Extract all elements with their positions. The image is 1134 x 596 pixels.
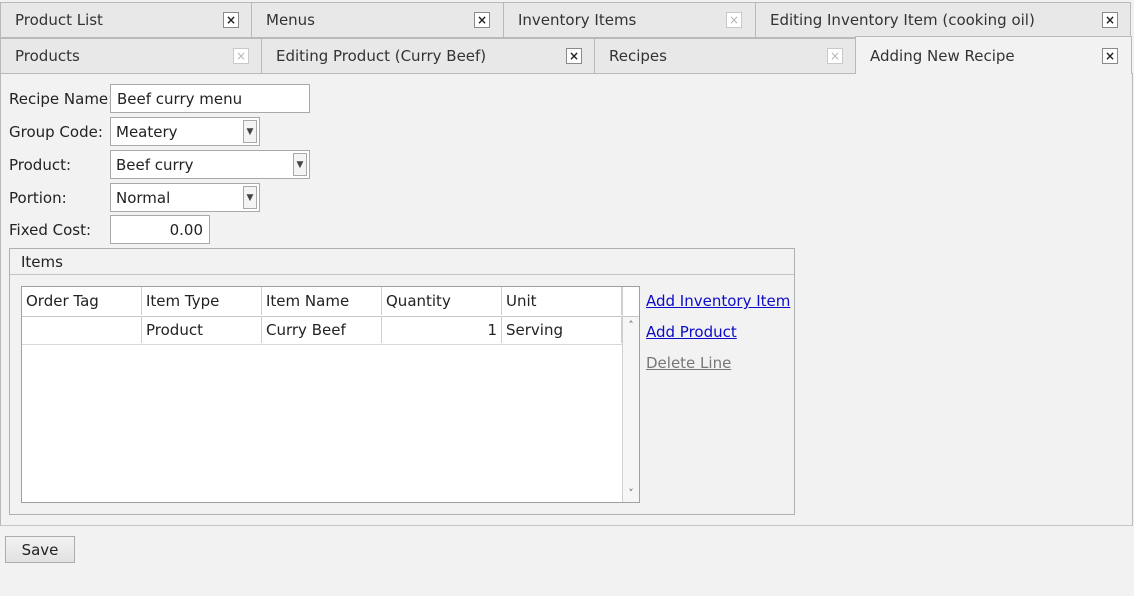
tab-menus[interactable]: Menus × <box>251 2 504 38</box>
cell-unit[interactable]: Serving <box>502 316 622 343</box>
tab-products[interactable]: Products × <box>0 38 262 74</box>
close-icon[interactable]: × <box>1102 12 1118 28</box>
grid-scrollbar[interactable]: ˄ ˅ <box>622 287 639 502</box>
column-header[interactable]: Quantity <box>382 287 502 315</box>
tab-label: Editing Product (Curry Beef) <box>276 47 487 65</box>
tab-label: Recipes <box>609 47 667 65</box>
save-button[interactable]: Save <box>5 536 75 563</box>
product-label: Product: <box>9 156 72 174</box>
cell-item-name[interactable]: Curry Beef <box>262 316 382 343</box>
chevron-down-icon[interactable]: ▼ <box>243 120 257 143</box>
tab-editing-inventory-item[interactable]: Editing Inventory Item (cooking oil) × <box>755 2 1131 38</box>
tab-label: Editing Inventory Item (cooking oil) <box>770 11 1035 29</box>
delete-line-link[interactable]: Delete Line <box>646 354 731 372</box>
items-grid[interactable]: Order Tag Item Type Item Name Quantity U… <box>21 286 640 503</box>
column-header[interactable]: Unit <box>502 287 622 315</box>
close-icon[interactable]: × <box>474 12 490 28</box>
close-icon: × <box>233 48 249 64</box>
cell-order-tag[interactable] <box>22 316 142 343</box>
column-header[interactable]: Item Type <box>142 287 262 315</box>
tab-label: Product List <box>15 11 103 29</box>
tab-product-list[interactable]: Product List × <box>0 2 252 38</box>
items-group-title: Items <box>10 249 794 275</box>
scrollbar-header <box>623 287 639 317</box>
cell-quantity[interactable]: 1 <box>382 316 502 343</box>
close-icon: × <box>827 48 843 64</box>
group-code-value: Meatery <box>116 122 178 141</box>
product-value: Beef curry <box>116 155 194 174</box>
close-icon[interactable]: × <box>1102 47 1118 64</box>
tab-label: Inventory Items <box>518 11 637 29</box>
cell-item-type[interactable]: Product <box>142 316 262 343</box>
group-code-label: Group Code: <box>9 123 103 141</box>
close-icon[interactable]: × <box>223 12 239 28</box>
chevron-down-icon[interactable]: ▼ <box>243 186 257 209</box>
column-header[interactable]: Item Name <box>262 287 382 315</box>
tab-editing-product[interactable]: Editing Product (Curry Beef) × <box>261 38 595 74</box>
fixed-cost-input[interactable]: 0.00 <box>110 215 210 244</box>
portion-select[interactable]: Normal ▼ <box>110 183 260 212</box>
fixed-cost-label: Fixed Cost: <box>9 221 92 239</box>
close-icon: × <box>726 12 742 28</box>
tab-label: Adding New Recipe <box>870 46 1015 65</box>
grid-header: Order Tag Item Type Item Name Quantity U… <box>22 287 622 317</box>
tab-adding-new-recipe[interactable]: Adding New Recipe × <box>855 36 1132 74</box>
add-inventory-item-link[interactable]: Add Inventory Item <box>646 292 790 310</box>
add-product-link[interactable]: Add Product <box>646 323 737 341</box>
close-icon[interactable]: × <box>566 48 582 64</box>
scroll-up-icon[interactable]: ˄ <box>623 319 639 332</box>
tab-recipes[interactable]: Recipes × <box>594 38 856 74</box>
table-row[interactable]: Product Curry Beef 1 Serving <box>22 316 622 345</box>
recipe-name-input[interactable]: Beef curry menu <box>110 84 310 113</box>
tab-label: Products <box>15 47 80 65</box>
group-code-select[interactable]: Meatery ▼ <box>110 117 260 146</box>
scroll-down-icon[interactable]: ˅ <box>623 487 639 500</box>
chevron-down-icon[interactable]: ▼ <box>293 153 307 176</box>
recipe-name-label: Recipe Name: <box>9 90 114 108</box>
product-select[interactable]: Beef curry ▼ <box>110 150 310 179</box>
tab-inventory-items[interactable]: Inventory Items × <box>503 2 756 38</box>
portion-value: Normal <box>116 188 171 207</box>
portion-label: Portion: <box>9 189 67 207</box>
column-header[interactable]: Order Tag <box>22 287 142 315</box>
tab-label: Menus <box>266 11 315 29</box>
